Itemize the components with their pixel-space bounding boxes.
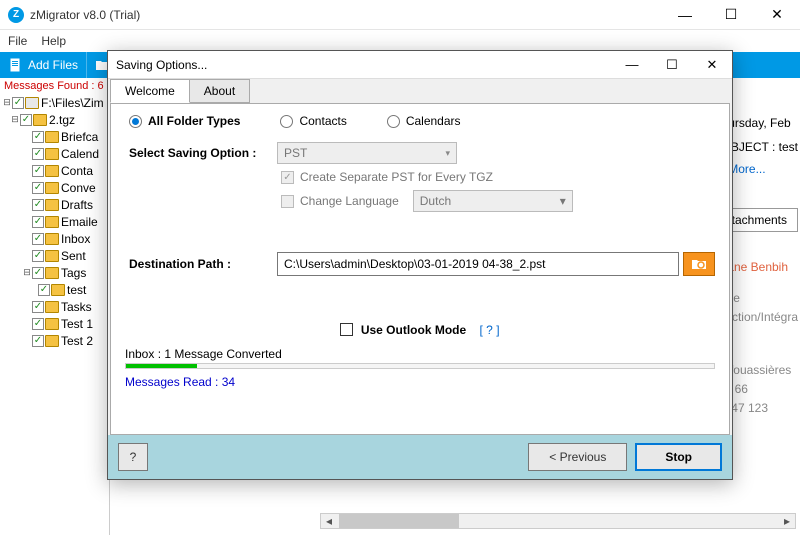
- dialog-close-button[interactable]: ✕: [692, 51, 732, 79]
- menu-help[interactable]: Help: [41, 34, 66, 48]
- previous-button[interactable]: < Previous: [528, 443, 627, 471]
- tab-welcome[interactable]: Welcome: [110, 79, 190, 103]
- help-button[interactable]: ?: [118, 443, 148, 471]
- dialog-maximize-button[interactable]: ☐: [652, 51, 692, 79]
- tree-item[interactable]: Tasks: [2, 298, 107, 315]
- tree-tgz[interactable]: ⊟2.tgz: [2, 111, 107, 128]
- checkbox-change-language[interactable]: Change Language Dutch ▾: [281, 190, 715, 212]
- status-inbox-converted: Inbox : 1 Message Converted: [125, 347, 715, 361]
- tree-item[interactable]: Conta: [2, 162, 107, 179]
- radio-calendars[interactable]: Calendars: [387, 114, 461, 128]
- menu-bar: File Help: [0, 30, 800, 52]
- scrollbar-thumb[interactable]: [339, 514, 459, 528]
- dialog-titlebar: Saving Options... — ☐ ✕: [108, 51, 732, 79]
- tree-item[interactable]: Test 2: [2, 332, 107, 349]
- format-select[interactable]: PST ▾: [277, 142, 457, 164]
- tree-item[interactable]: Conve: [2, 179, 107, 196]
- tree-item[interactable]: Inbox: [2, 230, 107, 247]
- scroll-right-icon[interactable]: ▸: [779, 514, 795, 528]
- language-select[interactable]: Dutch ▾: [413, 190, 573, 212]
- left-pane: Messages Found : 6 ⊟F:\Files\Zim ⊟2.tgz …: [0, 78, 110, 535]
- checkbox-create-separate-pst[interactable]: Create Separate PST for Every TGZ: [281, 170, 715, 184]
- tree-item[interactable]: Drafts: [2, 196, 107, 213]
- tree-item[interactable]: Test 1: [2, 315, 107, 332]
- chevron-down-icon: ▾: [445, 148, 450, 159]
- dialog-title: Saving Options...: [116, 58, 612, 72]
- tree-tags[interactable]: ⊟Tags: [2, 264, 107, 281]
- document-icon: [8, 57, 24, 73]
- scroll-left-icon[interactable]: ◂: [321, 514, 337, 528]
- horizontal-scrollbar[interactable]: ◂ ▸: [320, 513, 796, 529]
- checkbox-outlook-mode[interactable]: [340, 323, 353, 336]
- chevron-down-icon: ▾: [560, 194, 566, 208]
- main-titlebar: Z zMigrator v8.0 (Trial) — ☐ ✕: [0, 0, 800, 30]
- add-files-button[interactable]: Add Files: [0, 52, 87, 78]
- browse-button[interactable]: [683, 252, 715, 276]
- dialog-minimize-button[interactable]: —: [612, 51, 652, 79]
- maximize-button[interactable]: ☐: [708, 0, 754, 30]
- select-saving-option-label: Select Saving Option :: [125, 146, 277, 160]
- folder-search-icon: [691, 257, 707, 271]
- minimize-button[interactable]: —: [662, 0, 708, 30]
- tree-item[interactable]: Briefca: [2, 128, 107, 145]
- radio-contacts[interactable]: Contacts: [280, 114, 346, 128]
- close-button[interactable]: ✕: [754, 0, 800, 30]
- language-value: Dutch: [420, 194, 451, 208]
- progress-bar: [125, 363, 715, 369]
- tree-item[interactable]: Sent: [2, 247, 107, 264]
- format-value: PST: [284, 146, 307, 160]
- outlook-mode-label: Use Outlook Mode: [361, 323, 466, 337]
- messages-found: Messages Found : 6: [0, 78, 109, 94]
- tab-about[interactable]: About: [189, 79, 250, 103]
- tree-item[interactable]: test: [2, 281, 107, 298]
- dialog-footer: ? < Previous Stop: [108, 435, 732, 479]
- status-messages-read: Messages Read : 34: [125, 375, 715, 389]
- dialog-tabs: Welcome About: [108, 79, 732, 103]
- saving-options-dialog: Saving Options... — ☐ ✕ Welcome About Al…: [107, 50, 733, 480]
- outlook-help-link[interactable]: [ ? ]: [480, 323, 500, 337]
- destination-path-input[interactable]: [277, 252, 679, 276]
- menu-file[interactable]: File: [8, 34, 27, 48]
- tree-root[interactable]: ⊟F:\Files\Zim: [2, 94, 107, 111]
- destination-path-label: Destination Path :: [125, 257, 277, 271]
- tree-item[interactable]: Calend: [2, 145, 107, 162]
- dialog-content: All Folder Types Contacts Calendars Sele…: [110, 103, 730, 435]
- window-title: zMigrator v8.0 (Trial): [30, 8, 662, 22]
- stop-button[interactable]: Stop: [635, 443, 722, 471]
- app-icon: Z: [8, 7, 24, 23]
- radio-all-folder-types[interactable]: All Folder Types: [129, 114, 240, 128]
- add-files-label: Add Files: [28, 58, 78, 72]
- folder-tree[interactable]: ⊟F:\Files\Zim ⊟2.tgz Briefca Calend Cont…: [0, 94, 109, 349]
- tree-item[interactable]: Emaile: [2, 213, 107, 230]
